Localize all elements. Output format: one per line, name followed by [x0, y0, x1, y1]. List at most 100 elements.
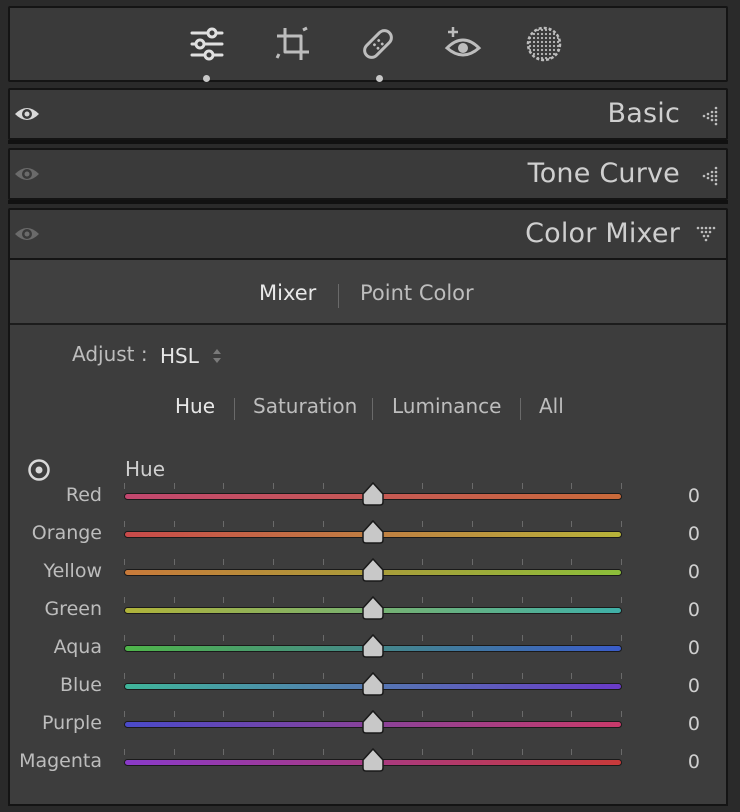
slider-tick: [173, 635, 175, 641]
slider-tick: [124, 521, 125, 527]
slider-tick: [173, 559, 175, 565]
basic-panel-title: Basic: [607, 98, 680, 129]
slider-thumb[interactable]: [361, 672, 385, 696]
slider-tick: [571, 559, 573, 565]
slider-tick: [273, 521, 275, 527]
basic-panel-header[interactable]: Basic: [8, 88, 728, 140]
slider-tick: [471, 597, 473, 603]
slider-tick: [322, 559, 324, 565]
tab-divider: [338, 284, 339, 308]
slider-tick: [223, 483, 225, 489]
tab-point-color[interactable]: Point Color: [360, 281, 474, 305]
collapsed-triangle-icon[interactable]: [696, 106, 718, 126]
masking-tool-button[interactable]: [522, 22, 566, 66]
slider-tick: [273, 711, 275, 717]
slider-tick: [471, 635, 473, 641]
slider-label: Aqua: [53, 636, 102, 658]
masking-icon: [526, 26, 562, 62]
slider-thumb[interactable]: [361, 710, 385, 734]
slider-thumb[interactable]: [361, 482, 385, 506]
slider-thumb[interactable]: [361, 520, 385, 544]
expanded-triangle-icon[interactable]: [696, 226, 718, 246]
collapsed-triangle-icon[interactable]: [696, 166, 718, 186]
slider-tick: [521, 483, 523, 489]
eye-icon[interactable]: [13, 162, 41, 186]
slider-tick: [124, 749, 125, 755]
subtab-all[interactable]: All: [539, 394, 564, 418]
eye-icon[interactable]: [13, 222, 41, 246]
slider-tick: [621, 521, 622, 527]
slider-tick: [621, 749, 622, 755]
slider-thumb[interactable]: [361, 634, 385, 658]
slider-tick: [571, 711, 573, 717]
slider-tick: [571, 673, 573, 679]
tone-curve-panel-title: Tone Curve: [527, 158, 680, 189]
subtab-saturation[interactable]: Saturation: [253, 394, 357, 418]
slider-tick: [173, 749, 175, 755]
tone-curve-panel-header[interactable]: Tone Curve: [8, 148, 728, 200]
slider-tick: [621, 597, 622, 603]
slider-tick: [223, 749, 225, 755]
crop-icon: [275, 26, 309, 60]
slider-thumb[interactable]: [361, 748, 385, 772]
edit-sliders-icon: [190, 27, 224, 61]
slider-tick: [322, 597, 324, 603]
edit-tool-button[interactable]: [185, 22, 229, 66]
tab-mixer[interactable]: Mixer: [259, 281, 316, 305]
slider-value[interactable]: 0: [688, 561, 700, 583]
slider-value[interactable]: 0: [688, 599, 700, 621]
slider-value[interactable]: 0: [688, 713, 700, 735]
subtab-luminance[interactable]: Luminance: [392, 394, 501, 418]
slider-tick: [273, 635, 275, 641]
adjust-label: Adjust :: [72, 342, 148, 366]
slider-tick: [571, 483, 573, 489]
slider-tick: [471, 673, 473, 679]
panel-divider: [8, 200, 728, 204]
slider-tick: [322, 521, 324, 527]
color-mixer-panel-title: Color Mixer: [525, 218, 680, 249]
slider-tick: [571, 521, 573, 527]
slider-tick: [124, 597, 125, 603]
tool-strip: [8, 6, 728, 82]
slider-tick: [471, 711, 473, 717]
slider-tick: [223, 597, 225, 603]
slider-tick: [471, 483, 473, 489]
slider-tick: [273, 559, 275, 565]
slider-tick: [223, 673, 225, 679]
up-down-arrows-icon[interactable]: [211, 346, 223, 366]
slider-label: Magenta: [19, 750, 102, 772]
slider-tick: [173, 711, 175, 717]
slider-tick: [422, 597, 424, 603]
slider-tick: [621, 673, 622, 679]
slider-tick: [273, 483, 275, 489]
slider-value[interactable]: 0: [688, 675, 700, 697]
slider-value[interactable]: 0: [688, 485, 700, 507]
slider-tick: [571, 597, 573, 603]
hue-section-title: Hue: [125, 457, 166, 481]
slider-label: Blue: [59, 674, 102, 696]
slider-tick: [521, 597, 523, 603]
target-adjustment-icon[interactable]: [27, 458, 51, 482]
slider-label: Yellow: [43, 560, 103, 582]
slider-tick: [273, 597, 275, 603]
healing-tool-button[interactable]: [356, 22, 400, 66]
slider-value[interactable]: 0: [688, 751, 700, 773]
crop-tool-button[interactable]: [271, 22, 315, 66]
subtab-hue[interactable]: Hue: [175, 394, 215, 418]
color-mixer-panel-header[interactable]: Color Mixer: [8, 208, 728, 260]
red-eye-tool-button[interactable]: [441, 22, 485, 66]
slider-tick: [571, 749, 573, 755]
slider-thumb[interactable]: [361, 596, 385, 620]
slider-value[interactable]: 0: [688, 637, 700, 659]
slider-tick: [322, 711, 324, 717]
color-mixer-panel: Mixer Point Color Adjust : HSL Hue Satur…: [8, 258, 728, 806]
slider-tick: [621, 483, 622, 489]
slider-thumb[interactable]: [361, 558, 385, 582]
slider-tick: [521, 521, 523, 527]
slider-tick: [521, 749, 523, 755]
adjust-select[interactable]: HSL: [160, 344, 199, 368]
slider-tick: [471, 521, 473, 527]
slider-value[interactable]: 0: [688, 523, 700, 545]
slider-tick: [422, 635, 424, 641]
eye-icon[interactable]: [13, 102, 41, 126]
